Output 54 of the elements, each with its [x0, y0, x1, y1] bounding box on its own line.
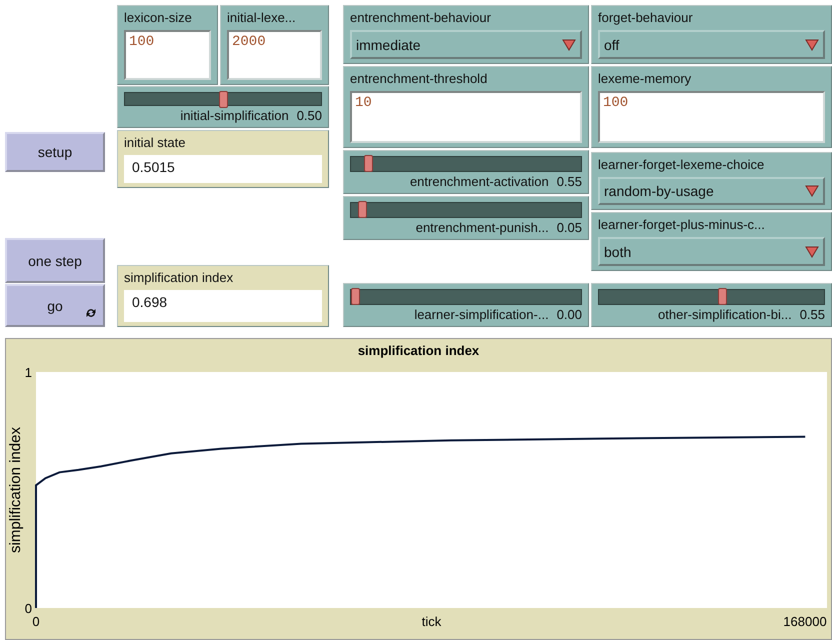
monitor-value: 0.698: [124, 290, 322, 322]
slider-track[interactable]: [350, 156, 582, 172]
command-button[interactable]: one step: [5, 238, 105, 283]
y-tick-label: 1: [24, 365, 32, 380]
chooser-dropdown[interactable]: both: [598, 237, 825, 266]
slider-thumb[interactable]: [358, 201, 367, 218]
widget-label: simplification index: [124, 270, 234, 286]
chooser-dropdown[interactable]: immediate: [350, 30, 582, 59]
x-tick-label: 168000: [783, 614, 827, 629]
y-tick-label: 0: [24, 601, 32, 616]
chooser-dropdown[interactable]: random-by-usage: [598, 177, 825, 205]
slider-label: entrenchment-activation: [410, 174, 549, 190]
widget-label: learner-forget-plus-minus-c...: [598, 217, 766, 233]
chooser-dropdown[interactable]: off: [598, 30, 825, 59]
caret-icon: [805, 246, 819, 258]
x-tick-label: 0: [32, 614, 40, 629]
caret-icon: [562, 38, 576, 50]
slider-value: 0.05: [556, 220, 582, 236]
command-button[interactable]: setup: [5, 132, 105, 172]
slider-track[interactable]: [350, 202, 582, 218]
slider-label: other-simplification-bi...: [658, 307, 792, 323]
caret-icon: [805, 38, 819, 50]
number-field[interactable]: 2000: [227, 30, 322, 80]
number-field[interactable]: 10: [350, 91, 582, 143]
slider-value: 0.50: [296, 108, 322, 124]
slider-value: 0.55: [800, 307, 825, 323]
slider-value: 0.55: [556, 174, 582, 190]
slider-thumb[interactable]: [718, 288, 727, 305]
monitor-value: 0.5015: [124, 155, 322, 183]
widget-label: initial-lexe...: [227, 10, 297, 26]
widget-label: forget-behaviour: [598, 10, 694, 26]
widget-label: initial state: [124, 135, 186, 151]
widget-label: entrenchment-threshold: [350, 71, 488, 87]
slider-value: 0.00: [556, 307, 582, 323]
number-field[interactable]: 100: [598, 91, 825, 143]
command-button[interactable]: go: [5, 284, 105, 327]
widget-label: entrenchment-behaviour: [350, 10, 492, 26]
slider-thumb[interactable]: [351, 288, 360, 305]
slider-track[interactable]: [124, 92, 322, 106]
widget-label: learner-forget-lexeme-choice: [598, 157, 766, 173]
slider-label: initial-simplification: [180, 108, 289, 124]
slider-label: entrenchment-punish...: [416, 220, 549, 236]
slider-label: learner-simplification-...: [414, 307, 549, 323]
plot-title: simplification index: [358, 342, 480, 360]
x-axis-label: tick: [422, 614, 442, 629]
caret-icon: [805, 185, 819, 197]
widget-label: lexicon-size: [124, 10, 193, 26]
number-field[interactable]: 100: [124, 30, 211, 80]
slider-track[interactable]: [598, 289, 825, 305]
widget-label: lexeme-memory: [598, 71, 692, 87]
slider-track[interactable]: [350, 289, 582, 305]
y-axis-label: simplification index: [7, 427, 24, 553]
slider-thumb[interactable]: [364, 155, 374, 172]
slider-thumb[interactable]: [218, 91, 228, 108]
